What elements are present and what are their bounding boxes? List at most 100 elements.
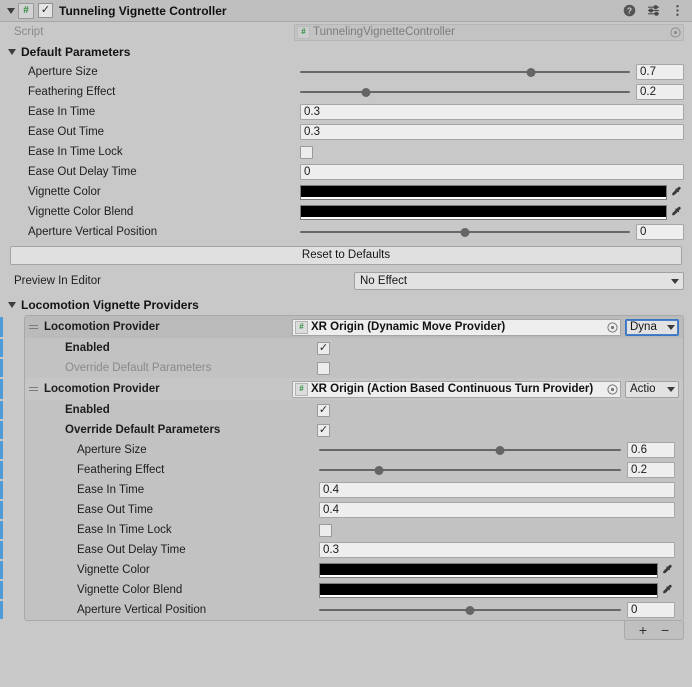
drag-handle-icon[interactable] — [29, 325, 40, 329]
aperture-size-field: 0.7 — [300, 64, 692, 80]
slider-handle[interactable] — [461, 228, 470, 237]
vignette-color-color-field — [319, 563, 675, 578]
component-enabled-checkbox[interactable]: ✓ — [38, 3, 53, 18]
ease-out-delay-time-input[interactable]: 0.3 — [319, 542, 675, 558]
help-icon[interactable]: ? — [622, 4, 636, 18]
eyedropper-icon[interactable] — [660, 584, 675, 596]
eyedropper-icon[interactable] — [660, 564, 675, 576]
aperture-vertical-position-slider[interactable] — [319, 602, 621, 618]
ease-out-time-input[interactable]: 0.3 — [300, 124, 684, 140]
prefab-override-indicator — [0, 501, 3, 519]
provider-asset-icon: # — [295, 321, 308, 334]
checkmark-icon: ✓ — [41, 5, 50, 16]
script-asset-glyph: # — [301, 28, 305, 36]
aperture-size-value-input[interactable]: 0.6 — [627, 442, 675, 458]
feathering-effect-slider[interactable] — [300, 84, 630, 100]
row-aperture-vertical-position: Aperture Vertical Position 0 — [0, 222, 692, 242]
object-picker-icon[interactable] — [606, 384, 619, 395]
aperture-vertical-position-slider[interactable] — [300, 224, 630, 240]
slider-handle[interactable] — [466, 606, 475, 615]
prefab-override-indicator — [0, 359, 3, 377]
preview-in-editor-dropdown[interactable]: No Effect — [354, 272, 684, 290]
preset-icon[interactable] — [646, 4, 660, 18]
providers-foldout[interactable]: Locomotion Vignette Providers — [0, 294, 692, 315]
default-parameters-foldout[interactable]: Default Parameters — [0, 42, 692, 62]
ease-in-time-lock-checkbox[interactable] — [319, 524, 332, 537]
slider-track — [300, 71, 630, 73]
reset-to-defaults-button[interactable]: Reset to Defaults — [10, 246, 682, 265]
ease-in-time-label: Ease In Time — [28, 106, 300, 118]
menu-icon[interactable] — [670, 4, 684, 18]
vignette-color-swatch[interactable] — [300, 185, 667, 200]
provider-type-dropdown[interactable]: Dyna — [625, 319, 679, 336]
vignette-color-color-field — [300, 185, 684, 200]
slider-handle[interactable] — [375, 466, 384, 475]
ease-in-time-input[interactable]: 0.4 — [319, 482, 675, 498]
script-icon-glyph: # — [23, 6, 29, 16]
object-picker-icon[interactable] — [669, 27, 682, 38]
prefab-override-indicator — [0, 481, 3, 499]
enabled-label: Enabled — [65, 342, 317, 354]
chevron-down-icon — [8, 302, 16, 308]
object-picker-icon[interactable] — [606, 322, 619, 333]
chevron-down-icon — [8, 49, 16, 55]
ease-in-time-field: 0.3 — [300, 104, 692, 120]
preview-in-editor-value: No Effect — [360, 275, 407, 287]
chevron-down-icon — [671, 279, 679, 284]
ease-in-time-lock-checkbox[interactable] — [300, 146, 313, 159]
aperture-size-slider[interactable] — [300, 64, 630, 80]
eyedropper-icon[interactable] — [669, 186, 684, 198]
vignette-color-blend-label: Vignette Color Blend — [77, 584, 319, 596]
enabled-checkbox[interactable]: ✓ — [317, 404, 330, 417]
provider-type-dropdown[interactable]: Actio — [625, 381, 679, 398]
aperture-vertical-position-value-input[interactable]: 0 — [627, 602, 675, 618]
vignette-color-blend-field — [300, 205, 692, 220]
ease-in-time-input[interactable]: 0.3 — [300, 104, 684, 120]
ease-in-time-field: 0.4 — [319, 482, 683, 498]
locomotion-provider-object-field[interactable]: #XR Origin (Dynamic Move Provider) — [292, 319, 621, 336]
ease-out-time-label: Ease Out Time — [77, 504, 319, 516]
aperture-vertical-position-label: Aperture Vertical Position — [28, 226, 300, 238]
row-ease-out-time: Ease Out Time0.4 — [25, 500, 683, 520]
provider-header-row: Locomotion Provider#XR Origin (Action Ba… — [25, 378, 683, 400]
vignette-color-swatch[interactable] — [319, 563, 658, 578]
feathering-effect-slider[interactable] — [319, 462, 621, 478]
row-aperture-size: Aperture Size0.6 — [25, 440, 683, 460]
drag-handle-icon[interactable] — [29, 387, 40, 391]
prefab-override-indicator — [0, 541, 3, 559]
override-default-parameters-checkbox[interactable]: ✓ — [317, 424, 330, 437]
ease-out-delay-time-label: Ease Out Delay Time — [77, 544, 319, 556]
script-asset-icon: # — [297, 26, 310, 39]
feathering-effect-value-input[interactable]: 0.2 — [636, 84, 684, 100]
ease-out-time-input[interactable]: 0.4 — [319, 502, 675, 518]
ease-out-delay-time-input[interactable]: 0 — [300, 164, 684, 180]
override-default-parameters-checkbox[interactable] — [317, 362, 330, 375]
component-foldout-toggle[interactable] — [4, 0, 18, 22]
provider-type-value: Dyna — [630, 321, 657, 333]
slider-handle[interactable] — [496, 446, 505, 455]
slider-handle[interactable] — [362, 88, 371, 97]
remove-element-button[interactable]: − — [661, 623, 669, 637]
vignette-color-blend-swatch[interactable] — [319, 583, 658, 598]
enabled-checkbox[interactable]: ✓ — [317, 342, 330, 355]
aperture-size-slider[interactable] — [319, 442, 621, 458]
aperture-vertical-position-field: 0 — [319, 602, 683, 618]
component-header[interactable]: # ✓ Tunneling Vignette Controller ? — [0, 0, 692, 22]
vignette-color-field — [300, 185, 692, 200]
prefab-override-indicator — [0, 317, 3, 337]
eyedropper-icon[interactable] — [669, 206, 684, 218]
alpha-bar — [301, 197, 666, 199]
providers-reorderable-list: Locomotion Provider#XR Origin (Dynamic M… — [24, 315, 684, 621]
aperture-vertical-position-value-input[interactable]: 0 — [636, 224, 684, 240]
locomotion-provider-object-field[interactable]: #XR Origin (Action Based Continuous Turn… — [292, 381, 621, 398]
vignette-color-blend-swatch[interactable] — [300, 205, 667, 220]
aperture-size-value-input[interactable]: 0.7 — [636, 64, 684, 80]
add-element-button[interactable]: + — [639, 623, 647, 637]
slider-handle[interactable] — [527, 68, 536, 77]
prefab-override-indicator — [0, 379, 3, 399]
feathering-effect-value-input[interactable]: 0.2 — [627, 462, 675, 478]
script-object-field[interactable]: # TunnelingVignetteController — [294, 24, 684, 41]
override-default-parameters-field: ✓ — [317, 424, 683, 437]
override-default-parameters-label: Override Default Parameters — [65, 424, 317, 436]
locomotion-provider-field: #XR Origin (Action Based Continuous Turn… — [292, 381, 683, 398]
